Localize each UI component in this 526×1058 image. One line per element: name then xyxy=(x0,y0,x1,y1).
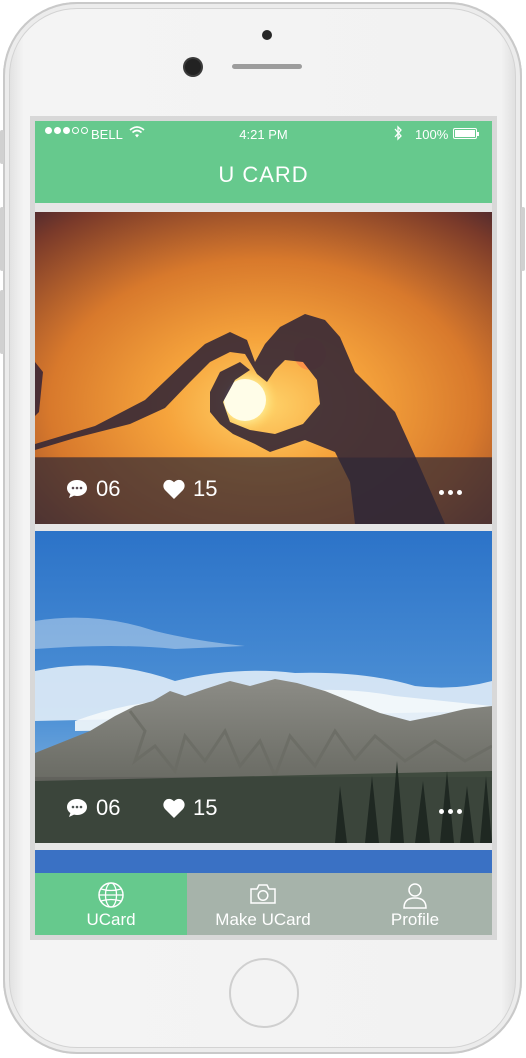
tab-profile-label: Profile xyxy=(390,910,440,929)
tab-ucard-label: UCard xyxy=(86,910,136,929)
bluetooth-icon xyxy=(394,125,402,141)
tab-ucard[interactable]: UCard xyxy=(35,873,187,935)
mute-switch xyxy=(0,130,4,164)
like-count-value: 15 xyxy=(193,795,218,820)
comment-icon xyxy=(67,480,87,498)
camera-icon xyxy=(250,884,276,904)
like-count[interactable]: 15 xyxy=(162,476,217,502)
feed-card[interactable]: 06 15 xyxy=(35,212,492,524)
power-button xyxy=(521,207,525,271)
proximity-sensor xyxy=(262,30,272,40)
tab-make-ucard[interactable]: Make UCard xyxy=(187,873,339,935)
more-dots-icon[interactable] xyxy=(439,490,462,495)
earpiece-speaker xyxy=(232,64,302,69)
tab-profile[interactable]: Profile xyxy=(339,873,491,935)
app-screen: BELL 4:21 PM 100% U CARD 06 15 06 15 UCa… xyxy=(35,121,492,935)
like-count[interactable]: 15 xyxy=(162,795,217,821)
comment-count-value: 06 xyxy=(96,795,121,820)
comment-icon xyxy=(67,799,87,817)
tab-bar: UCard Make UCard Profile xyxy=(35,873,492,935)
comment-count[interactable]: 06 xyxy=(65,795,120,821)
battery-percent: 100% xyxy=(415,127,449,142)
heart-icon xyxy=(163,479,185,499)
feed-card[interactable]: 06 15 xyxy=(35,531,492,843)
card-action-bar: 06 15 xyxy=(35,458,492,524)
comment-count-value: 06 xyxy=(96,476,121,501)
tab-make-ucard-label: Make UCard xyxy=(215,910,311,929)
heart-icon xyxy=(163,798,185,818)
person-icon xyxy=(403,883,427,909)
more-dots-icon[interactable] xyxy=(439,809,462,814)
home-button[interactable] xyxy=(229,958,299,1028)
comment-count[interactable]: 06 xyxy=(65,476,120,502)
front-camera xyxy=(185,59,201,75)
volume-up-button xyxy=(0,207,4,271)
globe-icon xyxy=(98,882,124,908)
battery-icon xyxy=(453,128,479,139)
volume-down-button xyxy=(0,290,4,354)
like-count-value: 15 xyxy=(193,476,218,501)
card-action-bar: 06 15 xyxy=(35,777,492,843)
nav-bar: U CARD xyxy=(35,147,492,203)
status-bar: BELL 4:21 PM 100% xyxy=(35,121,492,147)
page-title: U CARD xyxy=(218,162,309,187)
